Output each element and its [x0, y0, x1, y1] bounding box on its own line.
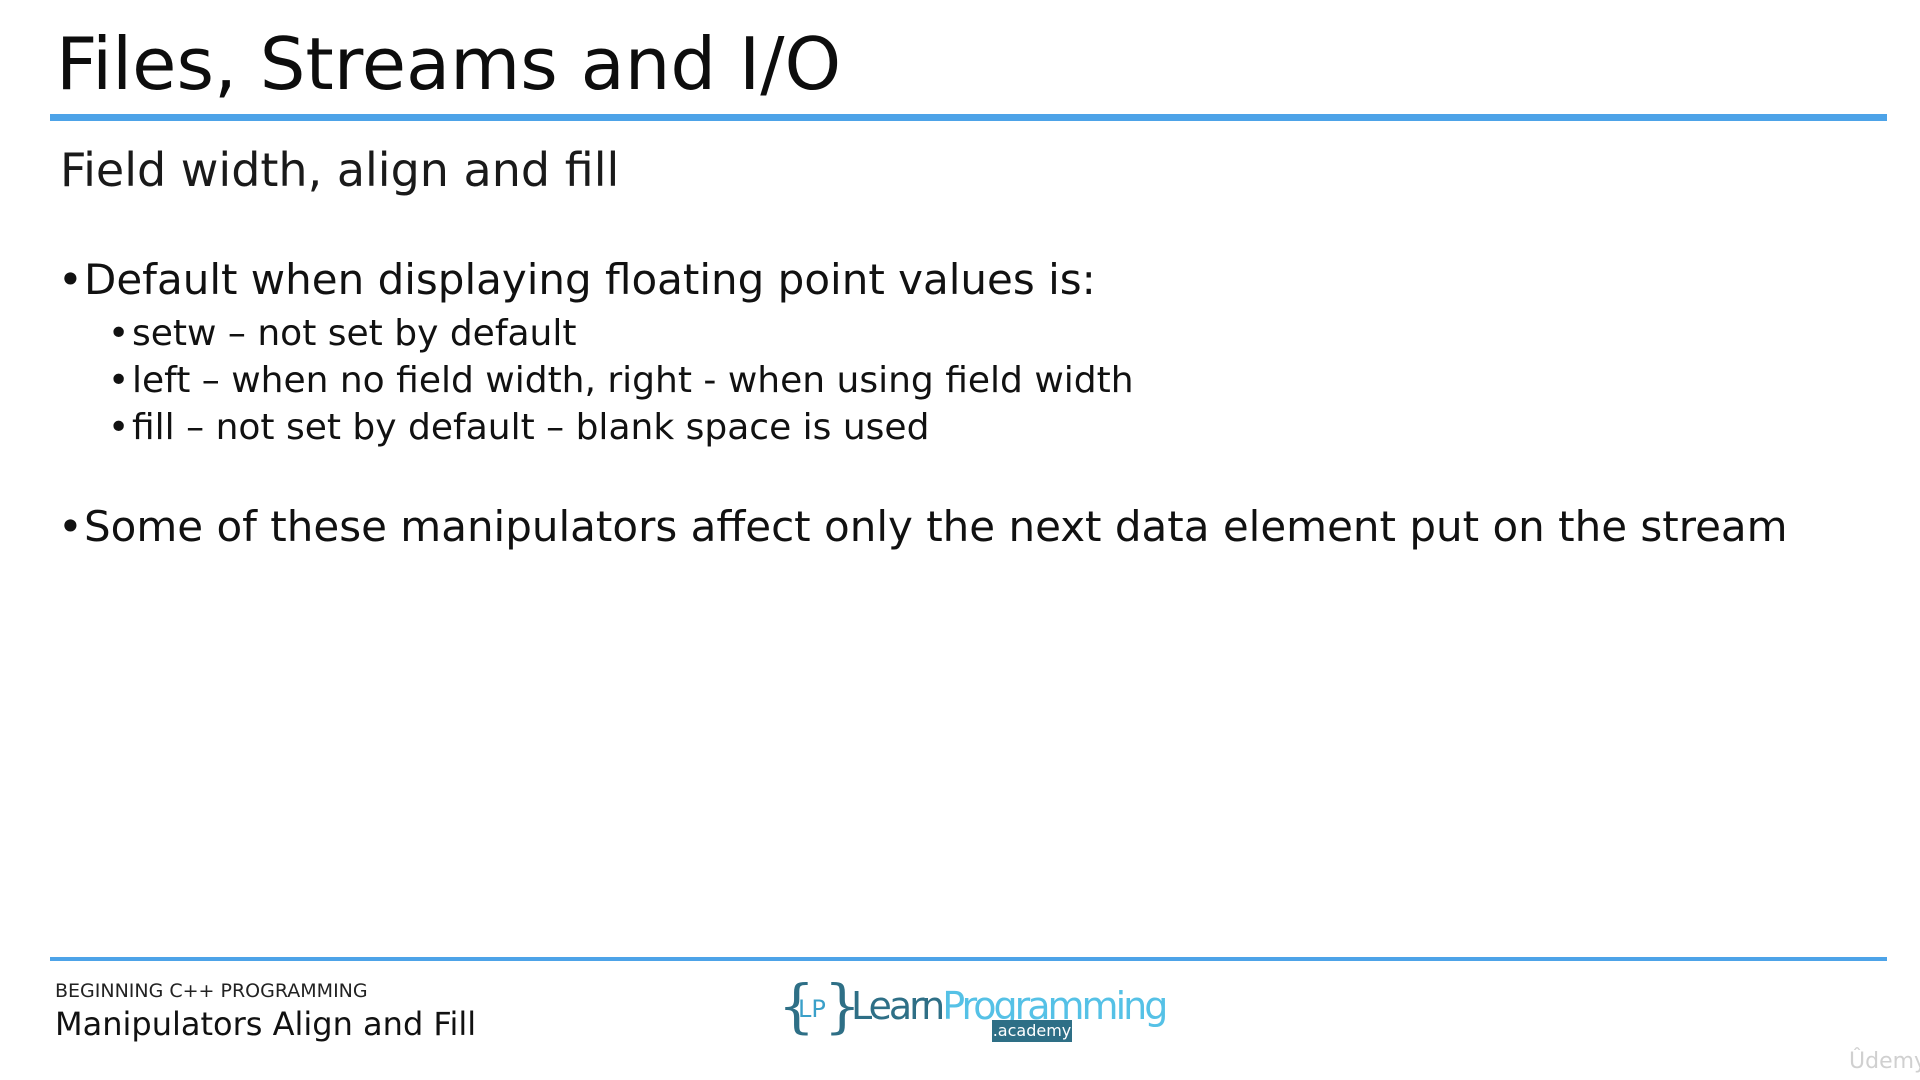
sub-bullet-list: • setw – not set by default • left – whe… — [108, 310, 1858, 451]
logo-initials: LP — [798, 995, 826, 1023]
bullet-dot: • — [108, 407, 130, 448]
slide-title: Files, Streams and I/O — [56, 22, 842, 106]
bullet-text: Some of these manipulators affect only t… — [84, 502, 1788, 551]
slide-subtitle: Field width, align and fill — [60, 143, 620, 197]
bullet-dot: • — [108, 313, 130, 354]
bullet-item: • Some of these manipulators affect only… — [58, 499, 1858, 555]
sub-bullet-item: • fill – not set by default – blank spac… — [108, 404, 1858, 451]
sub-bullet-item: • setw – not set by default — [108, 310, 1858, 357]
footer-divider — [50, 957, 1887, 961]
title-divider — [50, 114, 1887, 121]
logo-word-learn: Learn — [851, 984, 945, 1028]
bullet-dot: • — [58, 502, 83, 551]
lecture-name: Manipulators Align and Fill — [55, 1005, 477, 1043]
sub-bullet-item: • left – when no field width, right - wh… — [108, 357, 1858, 404]
bullet-text: Default when displaying floating point v… — [84, 255, 1096, 304]
bullet-item: • Default when displaying floating point… — [58, 252, 1858, 308]
bullet-dot: • — [58, 255, 83, 304]
sub-bullet-text: setw – not set by default — [132, 313, 577, 354]
bullet-dot: • — [108, 360, 130, 401]
bullet-spacer — [58, 451, 1858, 499]
sub-bullet-text: left – when no field width, right - when… — [132, 360, 1134, 401]
udemy-watermark: Ûdemy — [1849, 1049, 1920, 1074]
sub-bullet-text: fill – not set by default – blank space … — [132, 407, 930, 448]
logo-academy-badge: .academy — [992, 1020, 1072, 1042]
course-name: BEGINNING C++ PROGRAMMING — [55, 980, 368, 1002]
learnprogramming-logo: { LP } LearnProgramming .academy — [778, 974, 1168, 1044]
bullet-list: • Default when displaying floating point… — [58, 252, 1858, 555]
